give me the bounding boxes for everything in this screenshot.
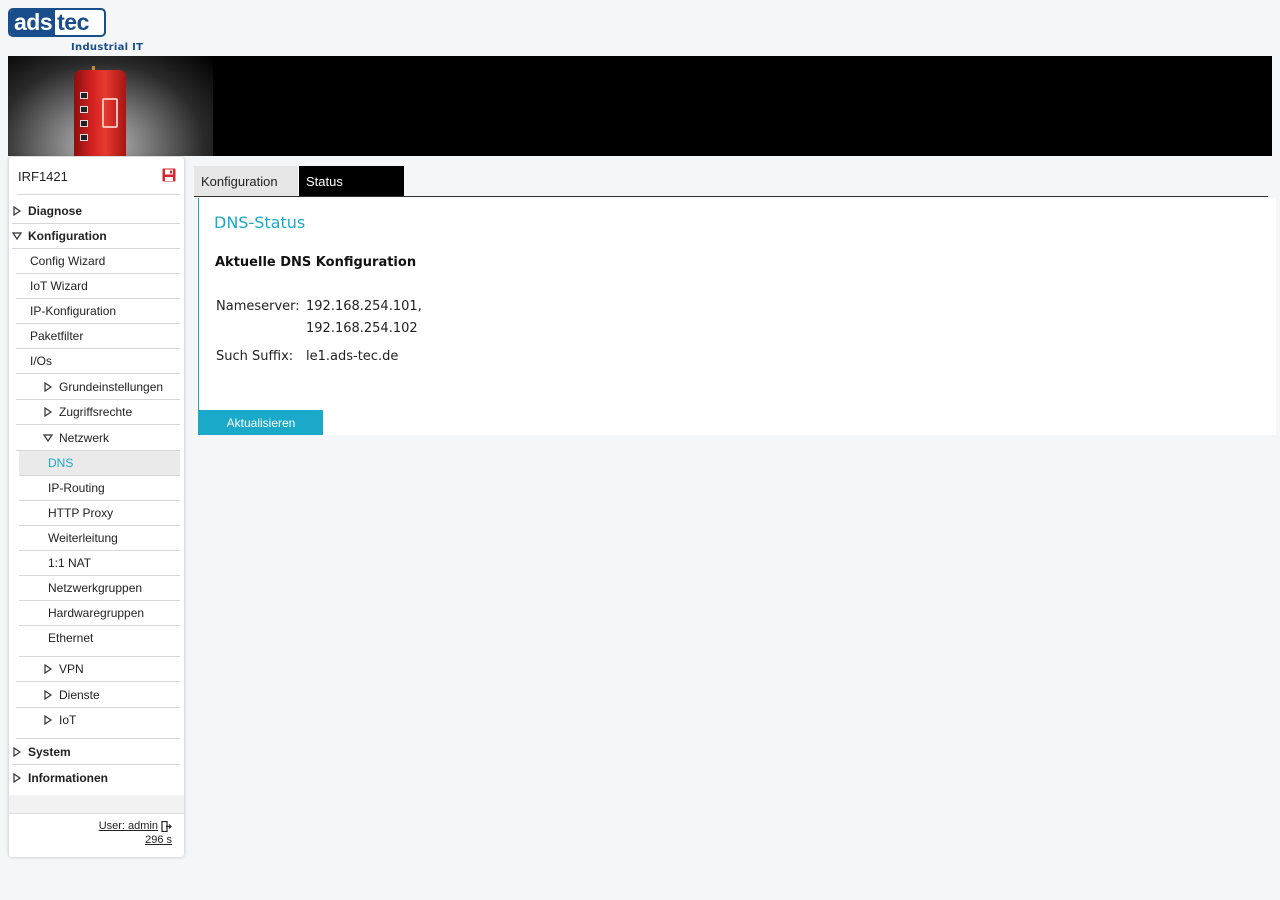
header-banner bbox=[8, 56, 1272, 156]
triangle-right-icon bbox=[13, 747, 22, 757]
logo-box: ads tec bbox=[8, 8, 106, 37]
nameserver-label: Nameserver: bbox=[216, 299, 300, 314]
sidebar-item-label: Netzwerkgruppen bbox=[48, 581, 143, 595]
suffix-value: le1.ads-tec.de bbox=[306, 349, 399, 364]
triangle-right-icon bbox=[44, 382, 53, 392]
suffix-label: Such Suffix: bbox=[216, 349, 294, 364]
sidebar-item-diagnose[interactable]: Diagnose bbox=[12, 199, 180, 224]
triangle-down-icon bbox=[43, 434, 53, 443]
sidebar-item-label: Diagnose bbox=[28, 204, 83, 218]
content-panel: DNS-Status Aktuelle DNS Konfiguration Na… bbox=[198, 198, 1276, 435]
sidebar-item-hardwaregruppen[interactable]: Hardwaregruppen bbox=[19, 601, 180, 626]
nameserver-value-2: 192.168.254.102 bbox=[306, 321, 418, 336]
logout-link[interactable]: User: admin bbox=[99, 820, 172, 832]
logout-icon bbox=[161, 820, 172, 832]
device-port bbox=[80, 134, 88, 141]
sidebar-item-konfiguration[interactable]: Konfiguration bbox=[12, 224, 180, 249]
sidebar-item-label: DNS bbox=[48, 456, 74, 470]
sidebar-item-zugriffsrechte[interactable]: Zugriffsrechte bbox=[16, 400, 180, 425]
sidebar-item-label: Hardwaregruppen bbox=[48, 606, 145, 620]
sidebar-item-config-wizard[interactable]: Config Wizard bbox=[16, 249, 180, 274]
sidebar-item-label: Netzwerk bbox=[59, 431, 110, 445]
logo-text-ads: ads bbox=[10, 10, 56, 35]
sidebar-item-grundeinstellungen[interactable]: Grundeinstellungen bbox=[16, 375, 180, 400]
sidebar-item-label: Weiterleitung bbox=[48, 531, 118, 545]
triangle-right-icon bbox=[44, 690, 53, 700]
sidebar-item-netzwerkgruppen[interactable]: Netzwerkgruppen bbox=[19, 576, 180, 601]
sidebar-item-ip-routing[interactable]: IP-Routing bbox=[19, 476, 180, 501]
device-name: IRF1421 bbox=[18, 168, 68, 184]
save-icon[interactable] bbox=[162, 168, 176, 182]
sidebar-item-dns[interactable]: DNS bbox=[19, 451, 180, 476]
logo-text-tec: tec bbox=[57, 9, 89, 35]
separator bbox=[17, 194, 180, 195]
sidebar-item-label: I/Os bbox=[30, 354, 53, 368]
sidebar-item-label: 1:1 NAT bbox=[48, 556, 92, 570]
sidebar-item-label: System bbox=[28, 745, 71, 759]
sidebar-item-label: Config Wizard bbox=[30, 254, 106, 268]
sidebar-item-label: IoT bbox=[59, 713, 77, 727]
triangle-right-icon bbox=[44, 407, 53, 417]
tab-konfiguration[interactable]: Konfiguration bbox=[194, 166, 298, 196]
user-label: User: admin bbox=[98, 820, 158, 832]
sidebar-item-ethernet[interactable]: Ethernet bbox=[19, 626, 180, 657]
session-timer[interactable]: 296 s bbox=[145, 834, 172, 846]
separator bbox=[9, 813, 184, 814]
tab-status[interactable]: Status bbox=[299, 166, 404, 196]
section-title: Aktuelle DNS Konfiguration bbox=[215, 255, 417, 270]
sidebar-item-informationen[interactable]: Informationen bbox=[12, 765, 180, 790]
sidebar-item-paketfilter[interactable]: Paketfilter bbox=[16, 324, 180, 349]
sidebar-item-label: IP-Routing bbox=[48, 481, 105, 495]
sidebar: IRF1421 Diagnose Konfiguration Config Wi… bbox=[9, 157, 184, 857]
sidebar-item-label: IP-Konfiguration bbox=[30, 304, 117, 318]
device-port bbox=[80, 120, 88, 127]
sidebar-item-label: Konfiguration bbox=[28, 229, 107, 243]
sidebar-item-vpn[interactable]: VPN bbox=[16, 657, 180, 682]
triangle-right-icon bbox=[44, 715, 53, 725]
sidebar-item-iot-wizard[interactable]: IoT Wizard bbox=[16, 274, 180, 299]
ads-tec-logo: ads tec Industrial IT bbox=[8, 8, 143, 54]
refresh-button[interactable]: Aktualisieren bbox=[199, 410, 323, 435]
sidebar-item-label: Informationen bbox=[28, 770, 108, 785]
sidebar-item-label: VPN bbox=[59, 662, 84, 676]
sidebar-item-dienste[interactable]: Dienste bbox=[16, 683, 180, 708]
sidebar-item-label: Zugriffsrechte bbox=[59, 405, 133, 419]
triangle-right-icon bbox=[13, 206, 22, 216]
device-port bbox=[80, 106, 88, 113]
sidebar-item-label: Grundeinstellungen bbox=[59, 380, 164, 394]
tab-bar: Konfiguration Status bbox=[194, 166, 1268, 197]
device-panel bbox=[102, 98, 118, 128]
device-image bbox=[74, 70, 126, 156]
sidebar-item-label: HTTP Proxy bbox=[48, 506, 114, 520]
sidebar-item-label: Paketfilter bbox=[30, 329, 84, 343]
sidebar-item-label: IoT Wizard bbox=[30, 279, 88, 293]
sidebar-item-weiterleitung[interactable]: Weiterleitung bbox=[19, 526, 180, 551]
page-title: DNS-Status bbox=[214, 213, 306, 232]
triangle-right-icon bbox=[44, 664, 53, 674]
sidebar-item-system[interactable]: System bbox=[12, 740, 180, 765]
sidebar-footer-spacer bbox=[9, 795, 184, 813]
sidebar-item-iot[interactable]: IoT bbox=[16, 708, 180, 739]
device-header: IRF1421 bbox=[9, 157, 184, 195]
sidebar-item-ip-konfiguration[interactable]: IP-Konfiguration bbox=[16, 299, 180, 324]
sidebar-item-label: Dienste bbox=[59, 688, 100, 702]
sidebar-item-netzwerk[interactable]: Netzwerk bbox=[16, 426, 180, 451]
sidebar-item-label: Ethernet bbox=[48, 631, 94, 645]
device-port bbox=[80, 92, 88, 99]
logo-tagline: Industrial IT bbox=[71, 42, 144, 53]
nameserver-value-1: 192.168.254.101, bbox=[306, 299, 422, 314]
sidebar-item-ios[interactable]: I/Os bbox=[16, 349, 180, 374]
triangle-right-icon bbox=[13, 772, 22, 783]
sidebar-item-http-proxy[interactable]: HTTP Proxy bbox=[19, 501, 180, 526]
tab-underline bbox=[194, 196, 1268, 197]
triangle-down-icon bbox=[12, 232, 22, 241]
sidebar-item-nat[interactable]: 1:1 NAT bbox=[19, 551, 180, 576]
